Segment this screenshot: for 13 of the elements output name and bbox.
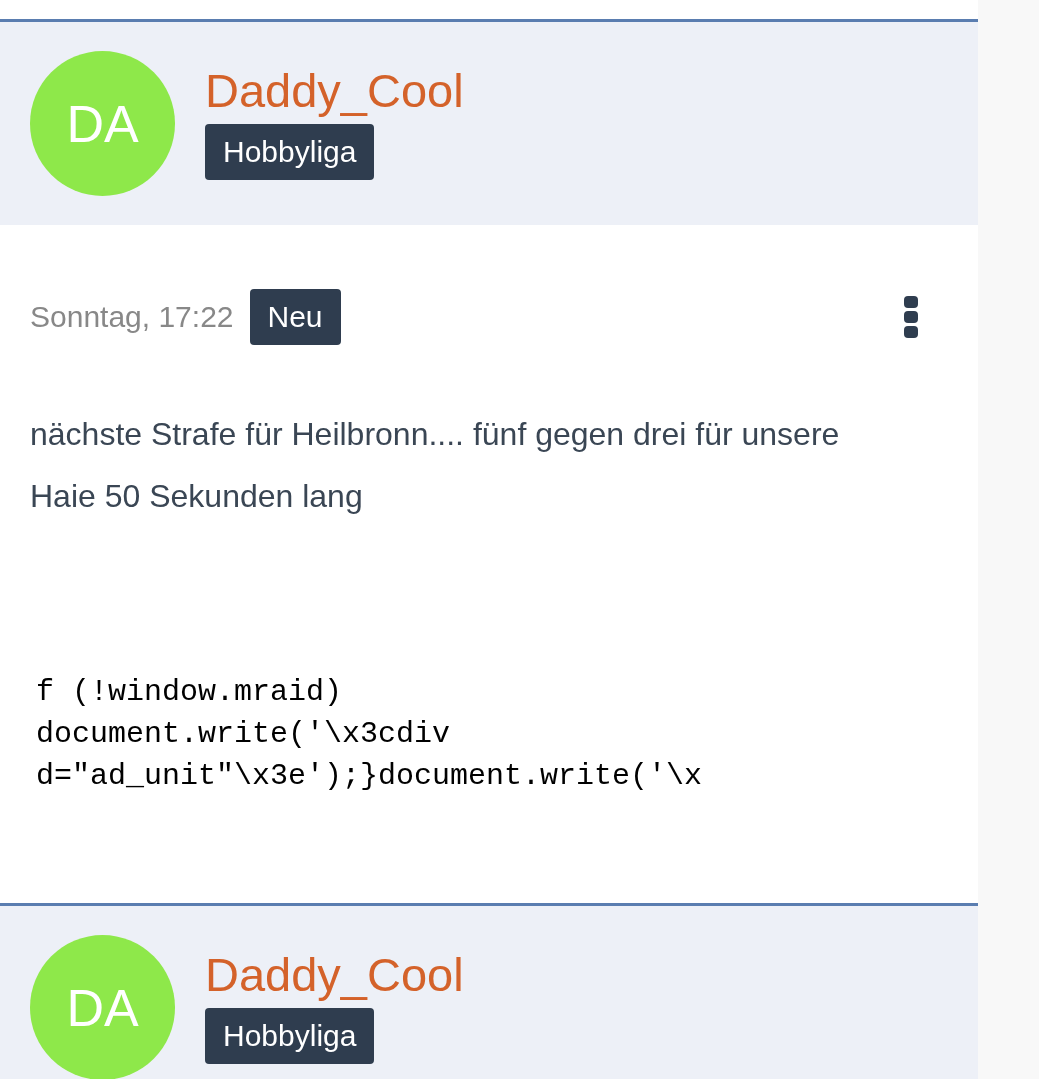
rank-badge: Hobbyliga	[205, 1007, 375, 1064]
username[interactable]: Daddy_Cool	[205, 947, 464, 1002]
avatar: DA	[30, 51, 175, 196]
code-line: document.write('\x3cdiv	[36, 716, 452, 753]
post-text: nächste Strafe für Heilbronn.... fünf gegen drei für unsere Haie 50 Sekunden lang	[30, 415, 841, 516]
post-time: Sonntag, 17:22	[30, 300, 234, 334]
rank-badge: Hobbyliga	[205, 123, 375, 180]
more-options-icon[interactable]	[904, 296, 918, 338]
code-line: f (!window.mraid)	[36, 674, 344, 711]
new-badge: Neu	[249, 289, 341, 345]
avatar: DA	[30, 935, 175, 1079]
username[interactable]: Daddy_Cool	[205, 63, 464, 118]
code-line: d="ad_unit"\x3e');}document.write('\x	[36, 758, 704, 795]
